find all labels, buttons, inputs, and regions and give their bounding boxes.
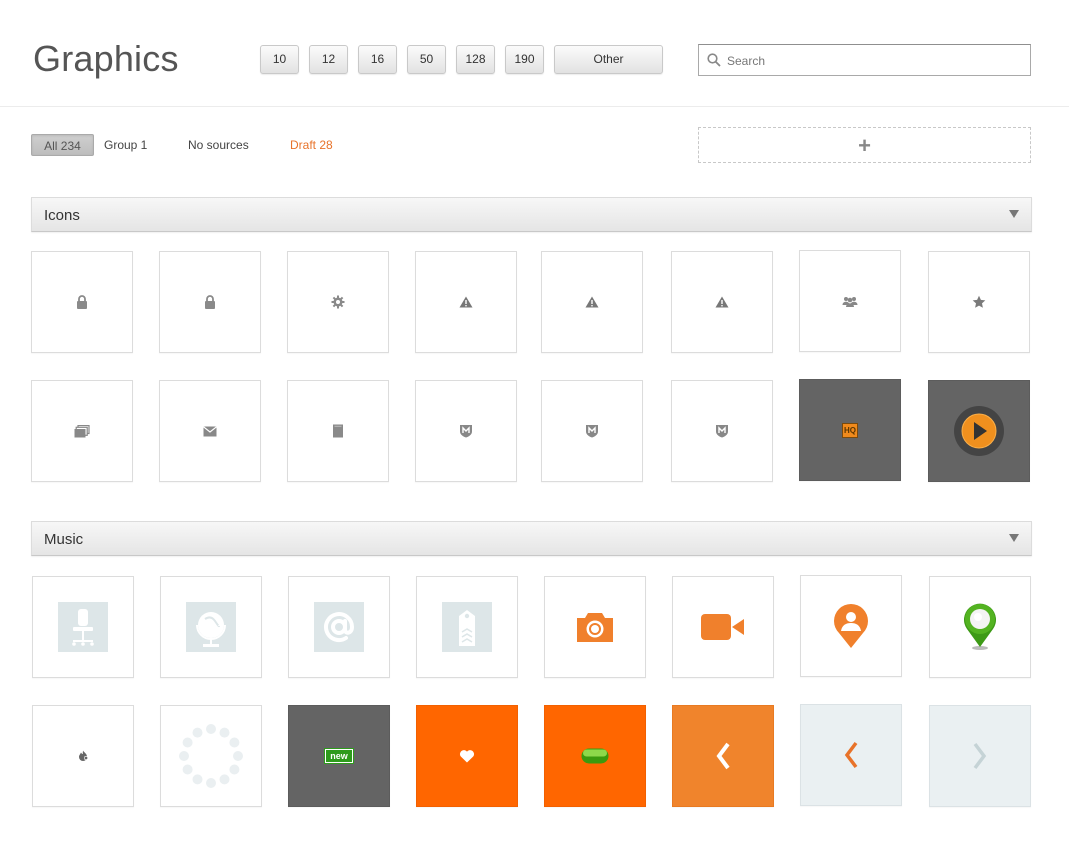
star-icon [972,295,986,308]
heart-icon [459,750,475,763]
music-tile[interactable] [672,705,774,807]
at-sign-icon [314,602,364,652]
video-camera-icon [701,614,744,640]
size-button-16[interactable]: 16 [358,45,397,74]
shield-m-icon [460,425,472,438]
filter-all[interactable]: All 234 [31,134,94,156]
icon-tile[interactable]: HQ [799,379,901,481]
lock-icon [77,295,87,309]
chevron-left-icon [716,742,730,770]
music-tile[interactable] [544,705,646,807]
collapse-arrow-icon[interactable] [1009,534,1019,542]
page-title: Graphics [33,38,179,79]
icon-tile[interactable] [671,251,773,353]
icon-tile[interactable] [159,251,261,353]
warning-icon [585,296,599,308]
icon-tile[interactable] [671,380,773,482]
music-tile[interactable] [416,576,518,678]
filter-no-sources[interactable]: No sources [188,134,249,156]
section-title: Icons [44,207,80,224]
loading-spinner-icon [179,724,243,788]
section-title: Music [44,531,84,548]
camera-icon [577,613,613,642]
users-group-icon [842,296,858,307]
music-tile[interactable] [800,704,902,806]
office-chair-icon [58,602,108,652]
chevron-left-icon [844,741,858,769]
play-button-icon [954,406,1004,456]
music-tile[interactable] [544,576,646,678]
mail-icon [203,425,217,436]
green-map-pin-icon [964,603,996,650]
warning-icon [459,296,473,308]
hq-badge-icon: HQ [842,422,858,438]
icon-tile[interactable] [415,251,517,353]
icon-tile[interactable] [928,251,1030,353]
fire-icon [79,750,88,761]
green-pill-icon [581,748,609,764]
size-button-other[interactable]: Other [554,45,663,74]
music-tile[interactable] [160,705,262,807]
shield-m-icon [716,425,728,438]
icon-tile[interactable] [541,380,643,482]
size-button-128[interactable]: 128 [456,45,495,74]
music-tile[interactable] [929,576,1031,678]
plus-icon: + [858,133,871,158]
search-icon [707,53,721,67]
music-tile[interactable] [32,576,134,678]
map-pin-person-icon [834,603,868,648]
music-tile[interactable] [416,705,518,807]
music-tile[interactable] [929,705,1031,807]
shipping-tag-icon [442,602,492,652]
music-tile[interactable] [800,575,902,677]
icon-tile[interactable] [31,380,133,482]
size-button-10[interactable]: 10 [260,45,299,74]
new-badge-icon: new [324,748,354,764]
windows-stack-icon [74,424,90,437]
icon-tile[interactable] [287,251,389,353]
filter-group-1[interactable]: Group 1 [104,134,147,156]
icon-tile[interactable] [31,251,133,353]
size-button-190[interactable]: 190 [505,45,544,74]
lock-icon [205,295,215,309]
chevron-right-icon [973,742,987,770]
globe-icon [186,602,236,652]
icon-tile[interactable] [287,380,389,482]
size-button-50[interactable]: 50 [407,45,446,74]
icon-tile[interactable] [159,380,261,482]
music-tile[interactable] [672,576,774,678]
music-tile[interactable]: new [288,705,390,807]
add-group-button[interactable]: + [698,127,1031,163]
shield-m-icon [586,425,598,438]
document-icon [333,424,343,438]
music-tile[interactable] [288,576,390,678]
icon-tile[interactable] [541,251,643,353]
filter-draft[interactable]: Draft 28 [290,134,333,156]
gear-icon [331,295,345,309]
music-tile[interactable] [160,576,262,678]
search-box [698,44,1031,76]
section-header-icons[interactable]: Icons [31,197,1032,232]
search-input[interactable] [727,51,1017,71]
size-button-12[interactable]: 12 [309,45,348,74]
music-tile[interactable] [32,705,134,807]
warning-icon [715,296,729,308]
collapse-arrow-icon[interactable] [1009,210,1019,218]
section-header-music[interactable]: Music [31,521,1032,556]
icon-tile[interactable] [928,380,1030,482]
header: Graphics 10 12 16 50 128 190 Other [0,0,1069,107]
icon-tile[interactable] [415,380,517,482]
icon-tile[interactable] [799,250,901,352]
